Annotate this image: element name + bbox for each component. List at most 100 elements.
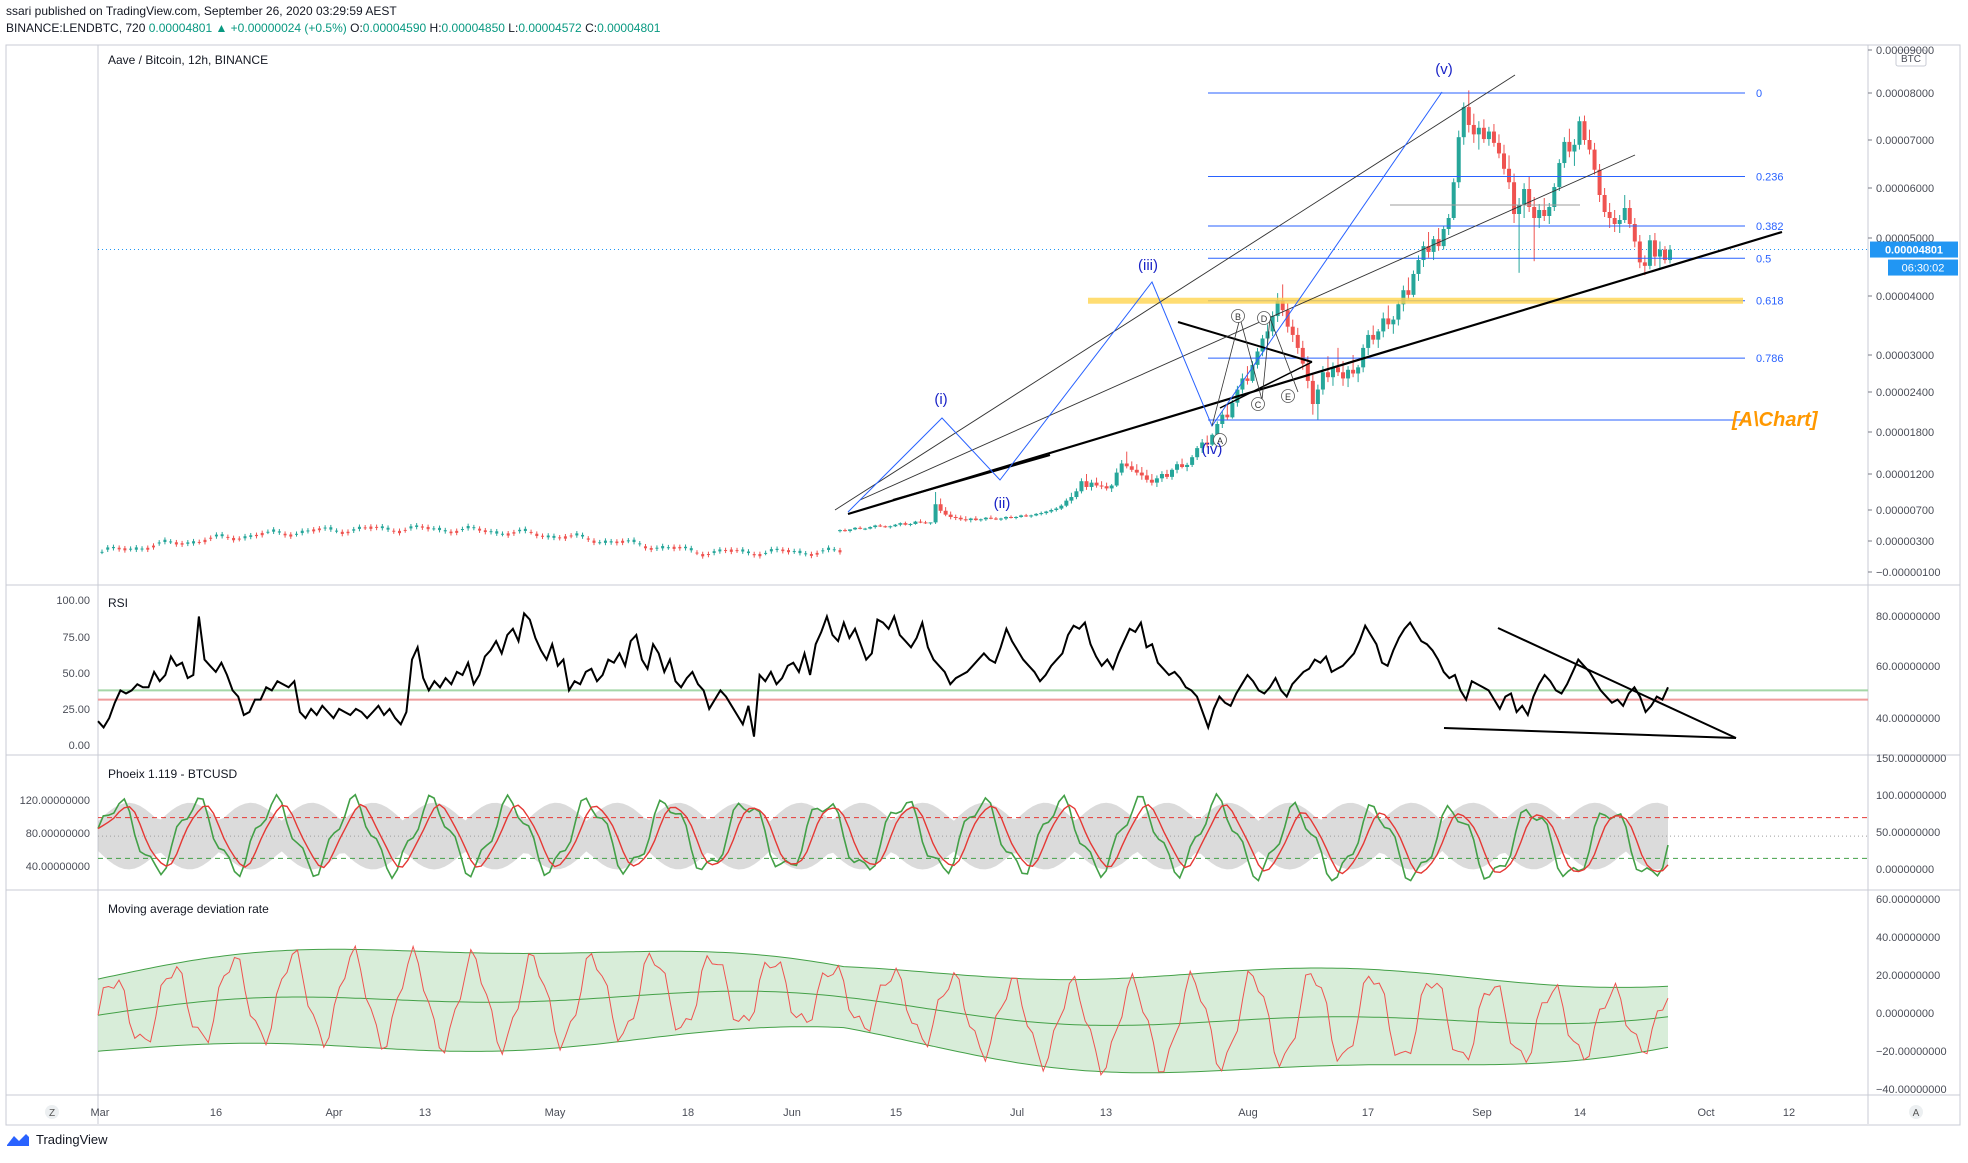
candle-body <box>1471 124 1476 135</box>
fib-level-label: 0.382 <box>1756 221 1784 233</box>
candle-body <box>1245 378 1250 381</box>
candle-body <box>853 527 858 530</box>
candle-body <box>1260 338 1265 352</box>
candle-body <box>983 517 988 520</box>
candle-body <box>1295 334 1300 348</box>
candle-body <box>1456 137 1461 183</box>
trendline-support <box>847 230 1783 516</box>
rsi-left-tick: 100.00 <box>56 595 90 607</box>
candle-body <box>146 547 150 550</box>
candle-body <box>603 540 607 543</box>
candle-body <box>1612 218 1617 224</box>
candle-body <box>1652 240 1657 257</box>
price-tick-label: 0.00001800 <box>1876 427 1934 439</box>
price-tick-label: 0.00007000 <box>1876 135 1934 147</box>
candle-body <box>1572 144 1577 152</box>
candle-body <box>787 550 791 553</box>
candle-body <box>993 518 998 520</box>
candle-body <box>134 547 138 550</box>
candle-body <box>1562 141 1567 164</box>
candle-body <box>746 551 750 554</box>
candle-body <box>1104 486 1109 489</box>
candle-body <box>1089 482 1094 487</box>
candle-body <box>340 531 344 534</box>
candle-body <box>918 521 923 523</box>
fib-level-label: 0.786 <box>1756 353 1784 365</box>
candle-body <box>838 530 842 532</box>
candle-body <box>1029 515 1034 517</box>
candle-body <box>724 550 728 552</box>
candle-body <box>1149 479 1154 483</box>
candle-body <box>129 548 133 550</box>
price-pane <box>98 49 1927 559</box>
candle-body <box>1019 515 1024 517</box>
candle-body <box>586 538 590 540</box>
candle-body <box>180 543 184 545</box>
candle-body <box>460 528 464 530</box>
candle-body <box>1527 189 1532 207</box>
candle-body <box>1522 189 1527 205</box>
candle-body <box>197 541 201 543</box>
time-tick-label: Jun <box>783 1107 801 1119</box>
candle-body <box>1175 464 1180 470</box>
candle-body <box>1597 169 1602 195</box>
candle-body <box>1185 464 1190 467</box>
candle-body <box>1376 331 1381 340</box>
candle-body <box>661 546 665 549</box>
fib-level-label: 0.5 <box>1756 253 1771 265</box>
candle-body <box>575 533 579 536</box>
madr-right-tick: 20.00000000 <box>1876 970 1940 982</box>
candle-body <box>1622 208 1627 220</box>
candle-body <box>928 522 933 524</box>
candle-body <box>1159 474 1164 479</box>
candle-body <box>1099 485 1104 487</box>
candle-body <box>678 546 682 549</box>
madr-right-tick: 40.00000000 <box>1876 932 1940 944</box>
last-price-label: 0.00004801 <box>1885 245 1943 257</box>
candle-body <box>898 523 903 525</box>
price-tick-label: 0.00000700 <box>1876 505 1934 517</box>
wave-label: (i) <box>934 391 947 408</box>
time-tick-label: Oct <box>1697 1107 1714 1119</box>
candle-body <box>312 529 316 532</box>
candle-body <box>718 549 722 552</box>
trendline-early <box>892 454 1051 501</box>
candle-body <box>1532 207 1537 218</box>
watermark-label: [A\Chart] <box>1731 409 1819 431</box>
candle-body <box>1371 334 1376 340</box>
candle-body <box>455 530 459 533</box>
chart-canvas[interactable]: 00.2360.3820.50.6180.786(i)(ii)(iii)(iv)… <box>0 0 1968 1163</box>
candle-body <box>1054 508 1059 510</box>
candle-body <box>609 541 613 543</box>
candle-body <box>798 550 802 554</box>
candle-body <box>295 533 299 535</box>
candle-body <box>1441 229 1446 247</box>
candle-body <box>988 517 993 519</box>
rsi-right-tick: 40.00000000 <box>1876 713 1940 725</box>
candle-body <box>1044 511 1049 514</box>
candle-body <box>232 537 236 541</box>
golden-zone <box>1088 297 1743 304</box>
time-tick-label: Aug <box>1238 1107 1258 1119</box>
candle-body <box>260 532 264 536</box>
candle-body <box>495 531 499 534</box>
candle-body <box>203 539 207 543</box>
candle-body <box>1139 472 1144 476</box>
candle-body <box>443 530 447 532</box>
candle-body <box>272 529 276 532</box>
candle-body <box>283 533 287 536</box>
candle-body <box>1542 210 1547 216</box>
candle-body <box>1406 290 1411 295</box>
candle-body <box>741 549 745 552</box>
brand-label: TradingView <box>36 1132 108 1147</box>
candle-body <box>764 552 768 554</box>
candle-body <box>626 540 630 542</box>
candle-body <box>638 543 642 545</box>
fib-level-label: 0.236 <box>1756 171 1784 183</box>
candle-body <box>1507 168 1512 183</box>
candle-body <box>815 552 819 555</box>
candle-body <box>1657 249 1662 257</box>
candle-body <box>1094 482 1099 486</box>
candle-body <box>541 535 545 537</box>
candle-body <box>1486 131 1491 140</box>
